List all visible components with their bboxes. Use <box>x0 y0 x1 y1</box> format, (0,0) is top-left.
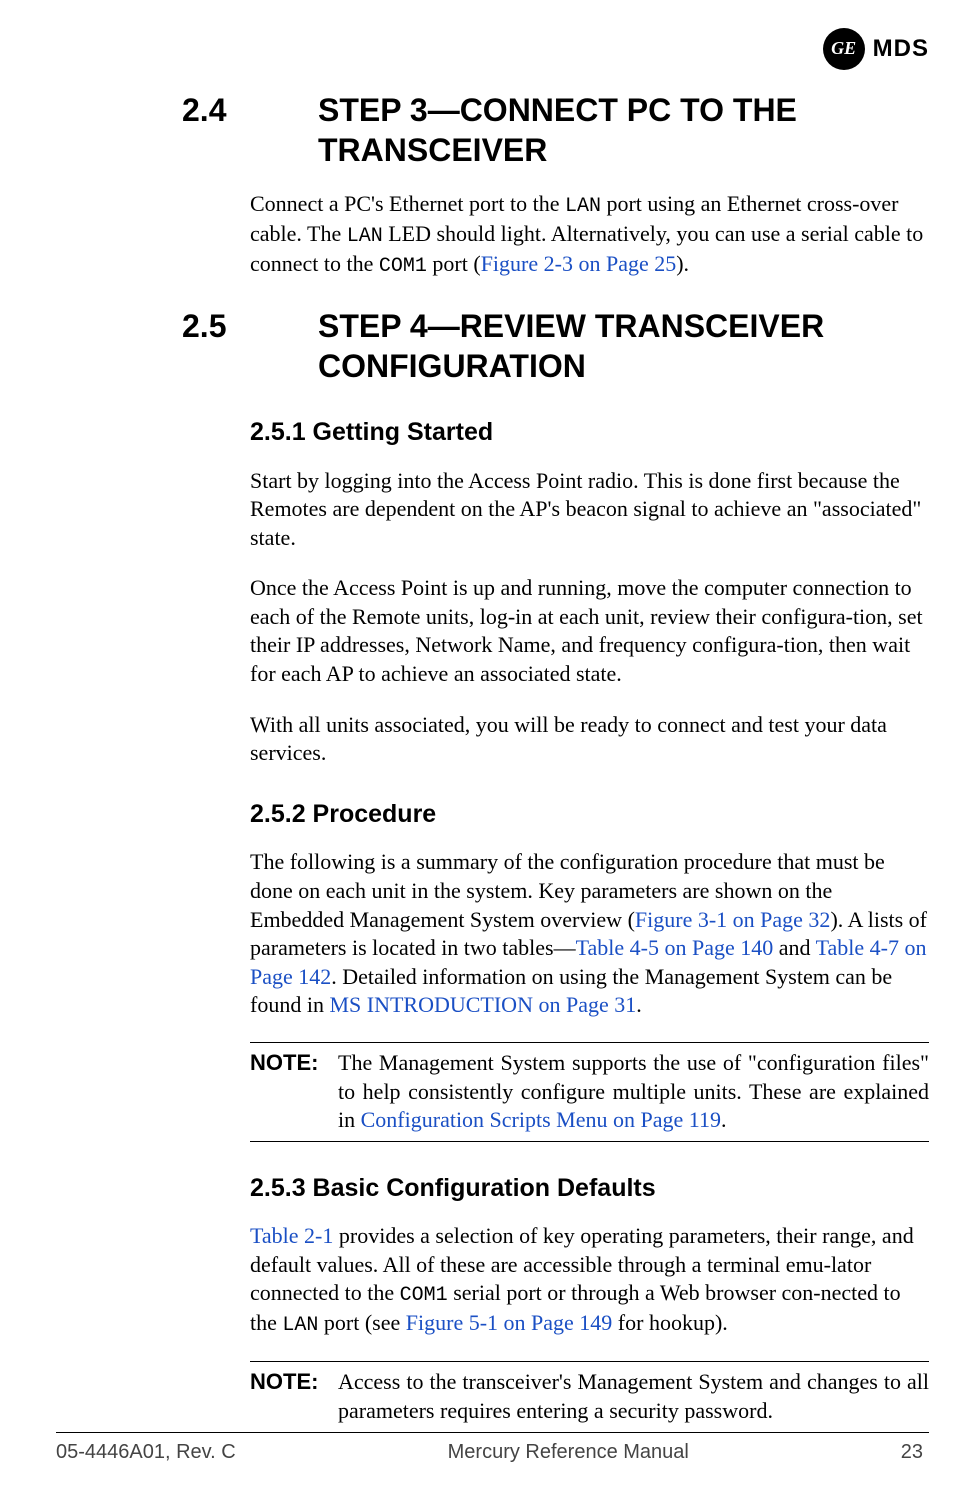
page: GE MDS 2.4STEP 3—CONNECT PC TO THE TRANS… <box>0 0 979 1433</box>
footer: 05-4446A01, Rev. C Mercury Reference Man… <box>0 1439 979 1465</box>
subsection-heading-252: 2.5.2 Procedure <box>250 798 929 831</box>
crossref-link[interactable]: Figure 3-1 on Page 32 <box>635 907 831 932</box>
note-block: NOTE: Access to the transceiver's Manage… <box>250 1361 929 1432</box>
text: port ( <box>427 251 481 276</box>
section-number: 2.5 <box>250 306 318 346</box>
crossref-link[interactable]: Configuration Scripts Menu on Page 119 <box>361 1107 721 1132</box>
crossref-link[interactable]: MS INTRODUCTION on Page 31 <box>329 992 636 1017</box>
mds-logo-text: MDS <box>873 33 929 64</box>
text: . <box>636 992 642 1017</box>
section-heading-2-5: 2.5STEP 4—REVIEW TRANSCEIVER CONFIGURATI… <box>250 306 929 386</box>
note-body: The Management System supports the use o… <box>338 1049 929 1135</box>
ge-logo-icon: GE <box>823 28 865 70</box>
text: Connect a PC's Ethernet port to the <box>250 191 565 216</box>
note-label: NOTE: <box>250 1368 338 1425</box>
inline-code: COM1 <box>400 1284 448 1307</box>
paragraph: Connect a PC's Ethernet port to the LAN … <box>250 190 929 280</box>
paragraph: Start by logging into the Access Point r… <box>250 467 929 553</box>
paragraph: Table 2-1 provides a selection of key op… <box>250 1222 929 1339</box>
footer-rule <box>56 1432 923 1433</box>
crossref-link[interactable]: Figure 2-3 on Page 25 <box>481 251 677 276</box>
section-number: 2.4 <box>250 90 318 130</box>
crossref-link[interactable]: Figure 5-1 on Page 149 <box>406 1310 613 1335</box>
text: port (see <box>318 1310 405 1335</box>
inline-code: COM1 <box>379 255 427 278</box>
crossref-link[interactable]: Table 4-5 on Page 140 <box>576 935 774 960</box>
paragraph: Once the Access Point is up and running,… <box>250 574 929 688</box>
note-body: Access to the transceiver's Management S… <box>338 1368 929 1425</box>
inline-code: LAN <box>347 225 383 248</box>
inline-code: LAN <box>565 195 601 218</box>
footer-center: Mercury Reference Manual <box>448 1439 689 1465</box>
section-heading-2-4: 2.4STEP 3—CONNECT PC TO THE TRANSCEIVER <box>250 90 929 170</box>
subsection-heading-253: 2.5.3 Basic Configuration Defaults <box>250 1172 929 1205</box>
text: . <box>721 1107 727 1132</box>
subsection-heading-251: 2.5.1 Getting Started <box>250 416 929 449</box>
paragraph: With all units associated, you will be r… <box>250 711 929 768</box>
content: 2.4STEP 3—CONNECT PC TO THE TRANSCEIVER … <box>250 90 929 1433</box>
text: for hookup). <box>612 1310 727 1335</box>
crossref-link[interactable]: Table 2-1 <box>250 1223 333 1248</box>
inline-code: LAN <box>282 1314 318 1337</box>
text: ). <box>676 251 689 276</box>
note-block: NOTE: The Management System supports the… <box>250 1042 929 1142</box>
text: and <box>773 935 815 960</box>
paragraph: The following is a summary of the config… <box>250 848 929 1020</box>
header-logo: GE MDS <box>823 28 929 70</box>
note-label: NOTE: <box>250 1049 338 1135</box>
footer-left: 05-4446A01, Rev. C <box>56 1439 236 1465</box>
footer-right: 23 <box>901 1439 923 1465</box>
section-title: STEP 4—REVIEW TRANSCEIVER CONFIGURATION <box>318 308 824 384</box>
section-title: STEP 3—CONNECT PC TO THE TRANSCEIVER <box>318 92 797 168</box>
